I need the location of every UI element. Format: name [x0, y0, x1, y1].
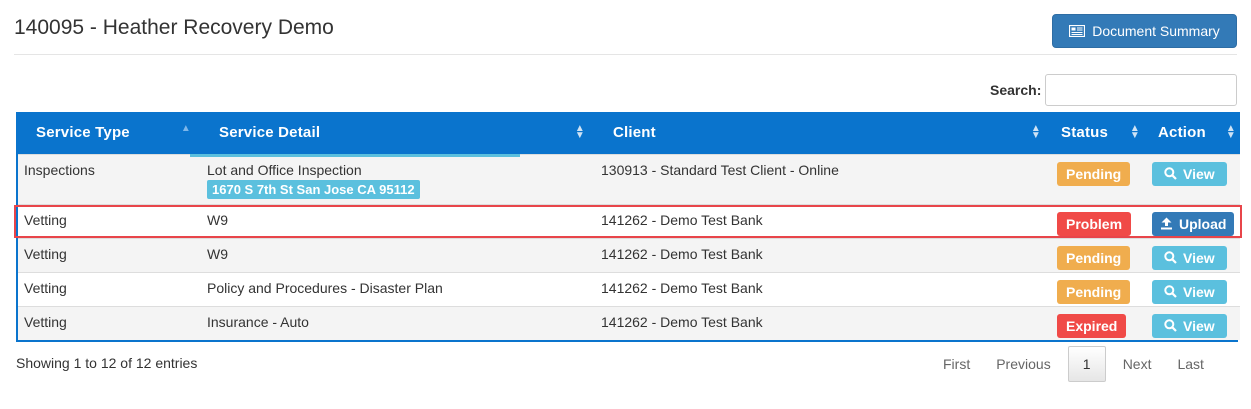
column-label: Service Type: [36, 124, 130, 142]
cell-service-type: Vetting: [18, 237, 201, 272]
view-label: View: [1183, 249, 1215, 266]
pagination-next[interactable]: Next: [1110, 346, 1165, 382]
pagination-first[interactable]: First: [930, 346, 983, 382]
cell-service-detail: W9: [201, 203, 595, 238]
column-header-action[interactable]: Action ▲ ▼: [1146, 112, 1240, 154]
document-summary-button[interactable]: Document Summary: [1052, 14, 1237, 48]
status-badge: Pending: [1057, 279, 1131, 304]
table-header-row: Service Type ▲ Service Detail ▲ ▼ Client ▲ ▼ …: [18, 112, 1240, 154]
document-summary-label: Document Summary: [1092, 23, 1220, 39]
column-label: Service Detail: [219, 124, 321, 142]
cell-status: Expired: [1051, 305, 1146, 340]
sort-icon: ▲ ▼: [574, 123, 585, 141]
cell-client: 141262 - Demo Test Bank: [595, 237, 1051, 272]
cell-action: View: [1146, 237, 1240, 272]
upload-label: Upload: [1179, 215, 1227, 232]
cell-status: Pending: [1051, 153, 1146, 204]
search-icon: [1164, 319, 1177, 332]
cell-action: View: [1146, 271, 1240, 306]
search-area: Search:: [990, 74, 1238, 106]
table-row: Vetting W9 141262 - Demo Test Bank Probl…: [18, 203, 1240, 238]
sort-icon: ▲ ▼: [1030, 123, 1041, 141]
page-header: 140095 - Heather Recovery Demo Document …: [0, 0, 1251, 56]
status-badge: Pending: [1057, 245, 1131, 270]
pagination: First Previous 1 Next Last: [930, 346, 1217, 382]
table-row: Inspections Lot and Office Inspection 16…: [18, 153, 1240, 204]
cell-client: 130913 - Standard Test Client - Online: [595, 153, 1051, 204]
cell-client: 141262 - Demo Test Bank: [595, 203, 1051, 238]
search-input[interactable]: [1045, 74, 1238, 106]
cell-service-detail: Policy and Procedures - Disaster Plan: [201, 271, 595, 306]
address-badge: 1670 S 7th St San Jose CA 95112: [207, 179, 420, 199]
column-header-client[interactable]: Client ▲ ▼: [595, 112, 1051, 154]
view-button[interactable]: View: [1152, 279, 1227, 304]
table-row: Vetting Insurance - Auto 141262 - Demo T…: [18, 305, 1240, 340]
header-divider: [14, 54, 1237, 55]
cell-status: Problem: [1051, 203, 1146, 238]
cell-action: View: [1146, 153, 1240, 204]
pagination-previous[interactable]: Previous: [983, 346, 1063, 382]
sort-asc-icon: ▲: [180, 123, 191, 134]
cell-client: 141262 - Demo Test Bank: [595, 305, 1051, 340]
cell-service-type: Inspections: [18, 153, 201, 204]
cell-action: Upload: [1146, 203, 1240, 238]
cell-status: Pending: [1051, 237, 1146, 272]
status-badge: Problem: [1057, 211, 1132, 236]
sort-icon: ▲ ▼: [1129, 123, 1140, 141]
table-row: Vetting W9 141262 - Demo Test Bank Pendi…: [18, 237, 1240, 272]
view-label: View: [1183, 165, 1215, 182]
column-header-status[interactable]: Status ▲ ▼: [1051, 112, 1146, 154]
pagination-last[interactable]: Last: [1164, 346, 1216, 382]
view-label: View: [1183, 283, 1215, 300]
upload-icon: [1161, 217, 1172, 230]
cell-service-detail: Insurance - Auto: [201, 305, 595, 340]
column-label: Client: [613, 124, 656, 142]
service-detail-text: Lot and Office Inspection: [207, 161, 362, 178]
search-icon: [1164, 285, 1177, 298]
column-label: Action: [1158, 124, 1206, 142]
cell-status: Pending: [1051, 271, 1146, 306]
table-row: Vetting Policy and Procedures - Disaster…: [18, 271, 1240, 306]
upload-button[interactable]: Upload: [1152, 211, 1235, 236]
cell-service-type: Vetting: [18, 203, 201, 238]
pagination-current-page[interactable]: 1: [1067, 346, 1106, 382]
column-header-service-type[interactable]: Service Type ▲: [18, 112, 201, 154]
search-icon: [1164, 167, 1177, 180]
search-icon: [1164, 251, 1177, 264]
services-table: Service Type ▲ Service Detail ▲ ▼ Client ▲ ▼ …: [16, 112, 1240, 342]
cell-client: 141262 - Demo Test Bank: [595, 271, 1051, 306]
table-info: Showing 1 to 12 of 12 entries: [16, 355, 198, 371]
cell-service-type: Vetting: [18, 271, 201, 306]
document-icon: [1069, 25, 1086, 37]
sort-icon: ▲ ▼: [1225, 123, 1236, 141]
column-header-service-detail[interactable]: Service Detail ▲ ▼: [201, 112, 595, 154]
cell-service-type: Vetting: [18, 305, 201, 340]
column-label: Status: [1061, 124, 1109, 142]
cell-service-detail: Lot and Office Inspection 1670 S 7th St …: [201, 153, 595, 204]
status-badge: Expired: [1057, 313, 1127, 338]
view-button[interactable]: View: [1152, 313, 1227, 338]
view-button[interactable]: View: [1152, 161, 1227, 186]
view-label: View: [1183, 317, 1215, 334]
search-label: Search:: [990, 82, 1042, 98]
cell-service-detail: W9: [201, 237, 595, 272]
cell-action: View: [1146, 305, 1240, 340]
page-title: 140095 - Heather Recovery Demo: [14, 16, 334, 39]
view-button[interactable]: View: [1152, 245, 1227, 270]
status-badge: Pending: [1057, 161, 1131, 186]
scroll-remnant-strip: [190, 154, 520, 157]
